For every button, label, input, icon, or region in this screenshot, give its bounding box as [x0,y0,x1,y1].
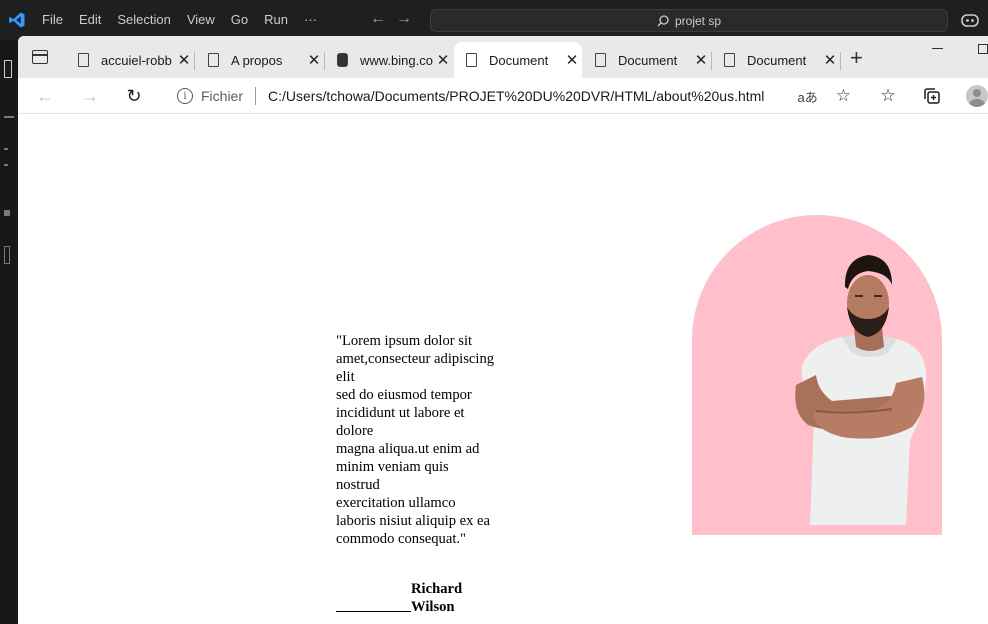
tab-label: Document [489,52,549,68]
forward-icon[interactable]: → [78,84,102,108]
menu-selection[interactable]: Selection [109,0,178,40]
tab-accueil[interactable]: accuiel-robb ✕ [66,42,194,78]
activity-mark [4,164,8,166]
close-icon[interactable]: ✕ [691,51,711,69]
portrait-frame [692,215,942,535]
document-icon [724,53,735,67]
document-icon [595,53,606,67]
menu-edit[interactable]: Edit [71,0,109,40]
activity-mark [4,246,10,264]
browser-window: accuiel-robb ✕ A propos ✕ www.bing.co ✕ … [18,36,988,624]
activity-mark [4,148,8,150]
close-icon[interactable]: ✕ [562,51,582,69]
refresh-icon[interactable]: ↻ [122,84,146,108]
back-icon[interactable]: ← [33,84,57,108]
vscode-activity-bar [0,40,18,624]
explorer-icon[interactable] [4,60,12,78]
vscode-nav: ← → [370,10,412,28]
tab-document-3[interactable]: Document ✕ [712,42,840,78]
copilot-icon[interactable] [960,11,980,29]
address-url[interactable]: C:/Users/tchowa/Documents/PROJET%20DU%20… [268,88,798,104]
menu-view[interactable]: View [179,0,223,40]
maximize-icon[interactable] [978,44,988,54]
translate-icon[interactable]: aあ [798,87,818,106]
profile-icon[interactable] [966,85,988,107]
info-icon[interactable]: i [177,88,193,104]
close-icon[interactable]: ✕ [820,51,840,69]
testimonial-quote: "Lorem ipsum dolor sit amet,consecteur a… [336,333,495,547]
tab-label: www.bing.co [360,52,433,68]
close-icon[interactable]: ✕ [174,51,194,69]
menu-more[interactable]: ··· [296,0,325,40]
menu-run[interactable]: Run [256,0,296,40]
close-icon[interactable]: ✕ [433,51,453,69]
command-center-search[interactable]: projet sp [430,9,948,32]
add-favorite-icon[interactable]: ☆ [836,86,851,106]
document-icon [78,53,89,67]
close-icon[interactable]: ✕ [304,51,324,69]
activity-mark [4,210,10,216]
browser-toolbar: ← → ↻ i Fichier C:/Users/tchowa/Document… [18,78,988,114]
tab-label: A propos [231,52,283,68]
author-rule [336,611,411,612]
vscode-title-bar: File Edit Selection View Go Run ··· ← → … [0,0,988,40]
favorites-icon[interactable]: ☆ [876,84,900,108]
document-icon [208,53,219,67]
forward-icon[interactable]: → [396,10,412,28]
tab-label: accuiel-robb [101,52,172,68]
address-bar[interactable]: i Fichier C:/Users/tchowa/Documents/PROJ… [163,80,861,112]
tab-document-2[interactable]: Document ✕ [583,42,711,78]
search-icon [657,14,669,26]
bing-icon [337,53,348,67]
menu-go[interactable]: Go [223,0,256,40]
tab-strip: accuiel-robb ✕ A propos ✕ www.bing.co ✕ … [18,36,988,78]
search-text: projet sp [674,13,722,28]
menu-file[interactable]: File [34,0,71,40]
portrait-image [795,255,927,525]
collections-icon[interactable] [920,84,944,108]
back-icon[interactable]: ← [370,10,386,28]
tab-document-active[interactable]: Document ✕ [454,42,582,78]
tab-a-propos[interactable]: A propos ✕ [196,42,324,78]
address-scheme: Fichier [201,88,244,104]
tab-actions-icon[interactable] [32,50,48,64]
tab-separator [840,52,841,70]
document-icon [466,53,477,67]
testimonial-author: Richard Wilson [336,580,471,616]
page-viewport: "Lorem ipsum dolor sit amet,consecteur a… [18,114,988,624]
address-divider [255,87,257,105]
minimize-icon[interactable] [932,48,943,49]
tab-label: Document [618,52,678,68]
author-name: Richard Wilson [411,581,463,615]
new-tab-icon[interactable]: + [850,47,863,69]
vscode-logo-icon [9,12,25,28]
tab-bing[interactable]: www.bing.co ✕ [325,42,453,78]
activity-mark [4,116,14,118]
vscode-menu-bar: File Edit Selection View Go Run ··· [34,0,325,40]
tab-separator [194,52,195,70]
tab-label: Document [747,52,807,68]
